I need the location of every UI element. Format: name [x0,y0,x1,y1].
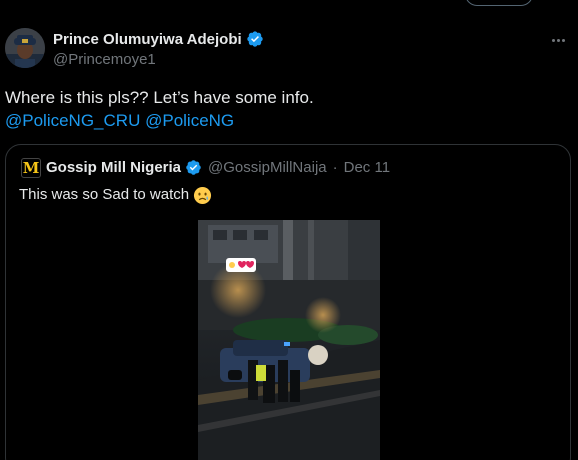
verified-badge-icon [185,159,202,176]
mention-link-policeng[interactable]: @PoliceNG [145,111,234,130]
quote-text-row: This was so Sad to watch [19,185,212,205]
author-avatar[interactable] [5,28,45,68]
author-handle[interactable]: @Princemoye1 [53,51,156,68]
avatar-image [5,28,45,68]
quote-author-handle: @GossipMillNaija [208,159,327,176]
quote-author-row: Gossip Mill Nigeria @GossipMillNaija · D… [46,159,390,176]
quoted-tweet-card[interactable]: M Gossip Mill Nigeria @GossipMillNaija ·… [5,144,571,460]
video-still-image [198,220,380,460]
author-name-row: Prince Olumuyiwa Adejobi [53,30,264,48]
author-name[interactable]: Prince Olumuyiwa Adejobi [53,31,242,48]
top-action-button[interactable] [465,0,533,6]
quote-separator: · [332,159,338,176]
quote-author-logo[interactable]: M [21,158,41,178]
more-options-icon[interactable] [548,30,568,50]
tweet-text: Where is this pls?? Let’s have some info… [5,88,314,107]
verified-badge-icon[interactable] [246,30,264,48]
quote-date[interactable]: Dec 11 [344,159,390,176]
tweet-mentions: @PoliceNG_CRU @PoliceNG [5,109,234,133]
quote-text: This was so Sad to watch [19,186,190,203]
sad-face-emoji-icon [193,186,212,205]
video-thumbnail[interactable] [198,220,380,460]
quote-author-name[interactable]: Gossip Mill Nigeria [46,159,181,176]
mention-link-cru[interactable]: @PoliceNG_CRU [5,111,140,130]
